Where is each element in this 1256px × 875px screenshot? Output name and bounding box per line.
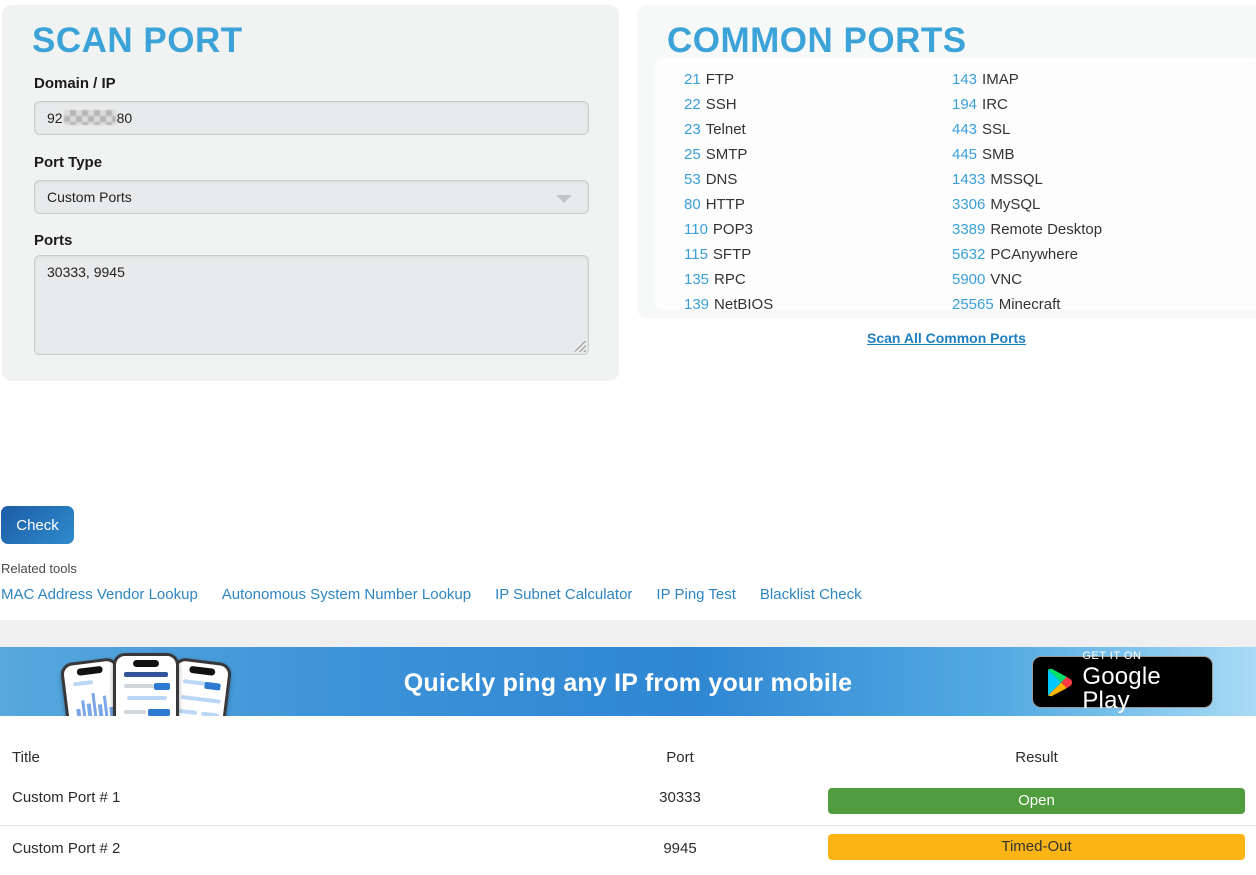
result-row-title: Custom Port # 2 [12, 840, 120, 857]
common-ports-title: COMMON PORTS [667, 21, 967, 61]
port-item: 3306MySQL [952, 192, 1220, 217]
port-item: 5900VNC [952, 267, 1220, 292]
check-button[interactable]: Check [1, 506, 74, 544]
scan-all-common-ports-link[interactable]: Scan All Common Ports [867, 330, 1026, 346]
port-item: 25565Minecraft [952, 292, 1220, 317]
scan-all-wrap: Scan All Common Ports [637, 330, 1256, 348]
port-item: 23Telnet [684, 117, 952, 142]
google-play-get-it-on: GET IT ON [1082, 651, 1212, 662]
port-item: 53DNS [684, 167, 952, 192]
port-type-label: Port Type [34, 154, 102, 171]
google-play-badge[interactable]: GET IT ON Google Play [1032, 656, 1213, 708]
result-status-badge: Open [828, 788, 1245, 814]
google-play-wordmark: Google Play [1082, 665, 1212, 713]
port-item: 443SSL [952, 117, 1220, 142]
port-item: 445SMB [952, 142, 1220, 167]
port-item: 5632PCAnywhere [952, 242, 1220, 267]
page: SCAN PORT Domain / IP 92 80 Port Type Cus… [0, 0, 1256, 875]
common-ports-panel: COMMON PORTS 21FTP 22SSH 23Telnet 25SMTP… [637, 5, 1256, 318]
row-divider [0, 825, 1256, 826]
common-ports-column-1: 21FTP 22SSH 23Telnet 25SMTP 53DNS 80HTTP… [684, 67, 952, 310]
port-item: 194IRC [952, 92, 1220, 117]
port-item: 22SSH [684, 92, 952, 117]
google-play-icon [1046, 668, 1072, 697]
domain-ip-value-prefix: 92 [47, 110, 63, 126]
port-item: 3389Remote Desktop [952, 217, 1220, 242]
port-item: 135RPC [684, 267, 952, 292]
port-item: 110POP3 [684, 217, 952, 242]
mobile-app-banner: Quickly ping any IP from your mobile GET… [0, 647, 1256, 716]
banner-top-strip [0, 620, 1256, 647]
link-mac-address-vendor-lookup[interactable]: MAC Address Vendor Lookup [1, 586, 198, 603]
ports-textarea[interactable]: 30333, 9945 [34, 255, 589, 355]
ports-label: Ports [34, 232, 72, 249]
resize-handle-icon[interactable] [575, 341, 586, 352]
link-ip-ping-test[interactable]: IP Ping Test [656, 586, 736, 603]
port-item: 139NetBIOS [684, 292, 952, 317]
port-item: 143IMAP [952, 67, 1220, 92]
google-play-text: GET IT ON Google Play [1082, 651, 1212, 713]
chevron-down-icon [556, 195, 572, 203]
port-item: 115SFTP [684, 242, 952, 267]
link-blacklist-check[interactable]: Blacklist Check [760, 586, 862, 603]
port-item: 80HTTP [684, 192, 952, 217]
redacted-ip-segment [64, 110, 116, 125]
port-type-select[interactable]: Custom Ports [34, 180, 589, 214]
scan-port-panel: SCAN PORT Domain / IP 92 80 Port Type Cus… [2, 5, 619, 381]
port-item: 1433MSSQL [952, 167, 1220, 192]
common-ports-column-2: 143IMAP 194IRC 443SSL 445SMB 1433MSSQL 3… [952, 67, 1220, 310]
result-status-badge: Timed-Out [828, 834, 1245, 860]
link-ip-subnet-calculator[interactable]: IP Subnet Calculator [495, 586, 632, 603]
phone-mockup-center [113, 653, 179, 716]
results-header-title: Title [12, 749, 40, 766]
scan-port-title: SCAN PORT [32, 21, 243, 61]
results-header-result: Result [828, 749, 1245, 766]
related-tools-links: MAC Address Vendor Lookup Autonomous Sys… [1, 586, 862, 603]
common-ports-list: 21FTP 22SSH 23Telnet 25SMTP 53DNS 80HTTP… [655, 57, 1256, 310]
link-asn-lookup[interactable]: Autonomous System Number Lookup [222, 586, 471, 603]
result-row-title: Custom Port # 1 [12, 789, 120, 806]
port-type-selected-value: Custom Ports [47, 189, 132, 205]
port-item: 25SMTP [684, 142, 952, 167]
domain-ip-label: Domain / IP [34, 75, 116, 92]
domain-ip-input[interactable]: 92 80 [34, 101, 589, 135]
related-tools-label: Related tools [1, 561, 77, 576]
domain-ip-value-suffix: 80 [117, 110, 133, 126]
port-item: 21FTP [684, 67, 952, 92]
